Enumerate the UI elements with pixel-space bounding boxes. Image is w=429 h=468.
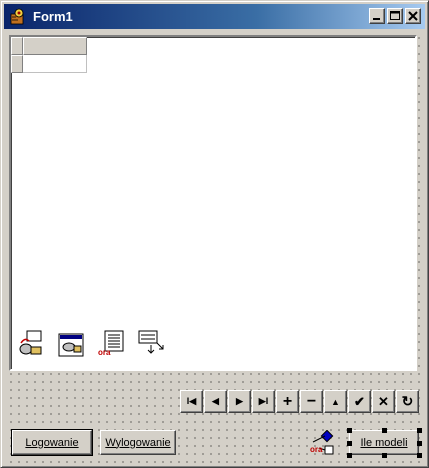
selection-handle[interactable] <box>347 428 352 433</box>
first-record-button[interactable]: I◀ <box>180 390 203 413</box>
refresh-record-button[interactable]: ↻ <box>396 390 419 413</box>
post-record-icon: ✔ <box>354 393 365 409</box>
selection-handle[interactable] <box>417 428 422 433</box>
logout-button[interactable]: Wylogowanie <box>100 430 176 455</box>
table-component-icon[interactable]: ora <box>97 329 125 357</box>
form1-window: Form1 ora I◀ ◀ ▶ ▶I + − ▲ ✔ ✕ ↻ Logowani… <box>0 0 429 468</box>
insert-record-button[interactable]: + <box>276 390 299 413</box>
selection-handle[interactable] <box>382 428 387 433</box>
selection-handle[interactable] <box>347 441 352 446</box>
svg-text:ora: ora <box>310 445 323 454</box>
login-button-label: Logowanie <box>25 436 79 449</box>
minimize-button[interactable] <box>369 8 385 24</box>
selection-handle[interactable] <box>382 453 387 458</box>
count-models-button[interactable]: Ile modeli <box>349 430 419 455</box>
post-record-button[interactable]: ✔ <box>348 390 371 413</box>
edit-record-button[interactable]: ▲ <box>324 390 347 413</box>
window-title: Form1 <box>33 9 73 24</box>
selection-handle[interactable] <box>417 453 422 458</box>
cancel-record-button[interactable]: ✕ <box>372 390 395 413</box>
session-component-icon[interactable] <box>17 329 45 357</box>
selection-handle[interactable] <box>347 453 352 458</box>
grid-column-header[interactable] <box>23 37 87 55</box>
query-component-icon[interactable] <box>137 329 165 357</box>
first-record-icon: I◀ <box>186 396 197 406</box>
dataset-component-icon[interactable] <box>57 331 85 359</box>
grid-row-indicator[interactable] <box>11 55 23 73</box>
close-icon <box>408 11 418 21</box>
title-bar[interactable]: Form1 <box>4 4 425 29</box>
login-button[interactable]: Logowanie <box>11 429 93 456</box>
minimize-icon <box>373 18 380 20</box>
maximize-icon <box>390 11 400 20</box>
delete-record-button[interactable]: − <box>300 390 323 413</box>
insert-record-icon: + <box>282 392 293 410</box>
last-record-button[interactable]: ▶I <box>252 390 275 413</box>
selection-handle[interactable] <box>417 441 422 446</box>
grid-cell[interactable] <box>23 55 87 73</box>
app-icon <box>10 8 24 24</box>
form-client-area: ora I◀ ◀ ▶ ▶I + − ▲ ✔ ✕ ↻ Logowanie Wylo… <box>5 32 425 464</box>
prior-record-button[interactable]: ◀ <box>204 390 227 413</box>
db-navigator: I◀ ◀ ▶ ▶I + − ▲ ✔ ✕ ↻ <box>180 390 420 413</box>
svg-text:ora: ora <box>98 348 111 357</box>
logout-button-label: Wylogowanie <box>105 436 171 449</box>
data-grid[interactable]: ora <box>9 35 417 371</box>
edit-record-icon: ▲ <box>331 396 340 407</box>
database-component-icon[interactable]: ora <box>309 430 337 458</box>
grid-corner <box>11 37 23 55</box>
next-record-button[interactable]: ▶ <box>228 390 251 413</box>
last-record-icon: ▶I <box>258 396 269 406</box>
cancel-record-icon: ✕ <box>378 393 389 409</box>
next-record-icon: ▶ <box>236 396 243 406</box>
delete-record-icon: − <box>306 392 317 410</box>
maximize-button[interactable] <box>387 8 403 24</box>
count-models-button-label: Ile modeli <box>360 436 408 449</box>
refresh-record-icon: ↻ <box>401 393 414 409</box>
close-button[interactable] <box>405 8 421 24</box>
prior-record-icon: ◀ <box>212 396 219 406</box>
